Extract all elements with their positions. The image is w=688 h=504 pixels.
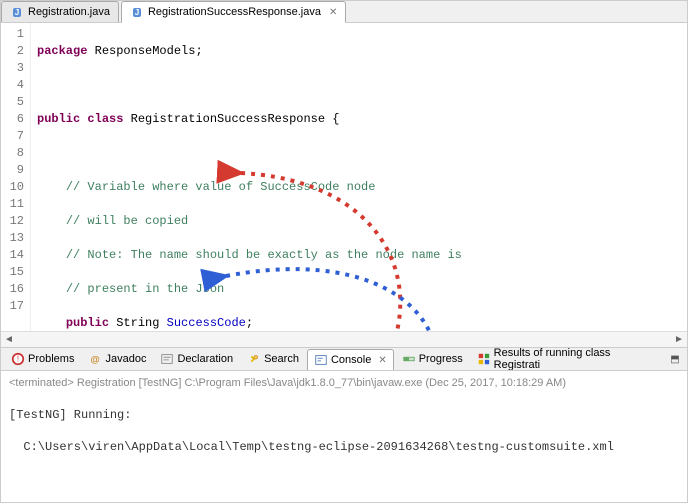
tab-search[interactable]: Search	[241, 349, 305, 369]
java-file-icon: J	[130, 5, 144, 19]
javadoc-icon: @	[88, 352, 102, 366]
tab-javadoc[interactable]: @ Javadoc	[82, 349, 152, 369]
close-icon[interactable]: ✕	[329, 7, 337, 18]
tab-registration[interactable]: J Registration.java	[1, 1, 119, 22]
tab-declaration[interactable]: Declaration	[154, 349, 239, 369]
declaration-icon	[160, 352, 174, 366]
line-number-gutter: 1 2 3 4 5 6 7 8 9 10 11 12 13 14 15 16 1…	[1, 23, 31, 331]
bottom-view-tabs: ! Problems @ Javadoc Declaration Search …	[1, 347, 687, 371]
progress-icon	[402, 352, 416, 366]
tab-console[interactable]: Console ✕	[307, 349, 394, 371]
tab-progress[interactable]: Progress	[396, 349, 469, 369]
editor-tab-bar: J Registration.java J RegistrationSucces…	[1, 1, 687, 23]
java-file-icon: J	[10, 5, 24, 19]
tab-label: Registration.java	[28, 6, 110, 18]
close-icon[interactable]: ✕	[378, 355, 386, 366]
horizontal-scrollbar[interactable]: ◄ ►	[1, 331, 687, 347]
console-terminated-line: <terminated> Registration [TestNG] C:\Pr…	[9, 377, 679, 389]
scroll-left-icon[interactable]: ◄	[1, 334, 17, 345]
svg-text:@: @	[91, 355, 100, 366]
code-editor[interactable]: 1 2 3 4 5 6 7 8 9 10 11 12 13 14 15 16 1…	[1, 23, 687, 331]
scroll-right-icon[interactable]: ►	[671, 334, 687, 345]
svg-text:!: !	[17, 355, 19, 364]
testng-icon	[477, 352, 491, 366]
tab-problems[interactable]: ! Problems	[5, 349, 80, 369]
tab-registration-success-response[interactable]: J RegistrationSuccessResponse.java ✕	[121, 1, 346, 23]
tab-label: RegistrationSuccessResponse.java	[148, 6, 321, 18]
tab-results[interactable]: Results of running class Registrati	[471, 347, 665, 371]
problems-icon: !	[11, 352, 25, 366]
toolbar-button[interactable]: ⬒	[667, 351, 683, 367]
code-content[interactable]: package ResponseModels; public class Reg…	[31, 23, 687, 331]
console-icon	[314, 353, 328, 367]
search-icon	[247, 352, 261, 366]
console-output: [TestNG] Running: C:\Users\viren\AppData…	[9, 391, 679, 504]
console-view[interactable]: <terminated> Registration [TestNG] C:\Pr…	[1, 371, 687, 504]
